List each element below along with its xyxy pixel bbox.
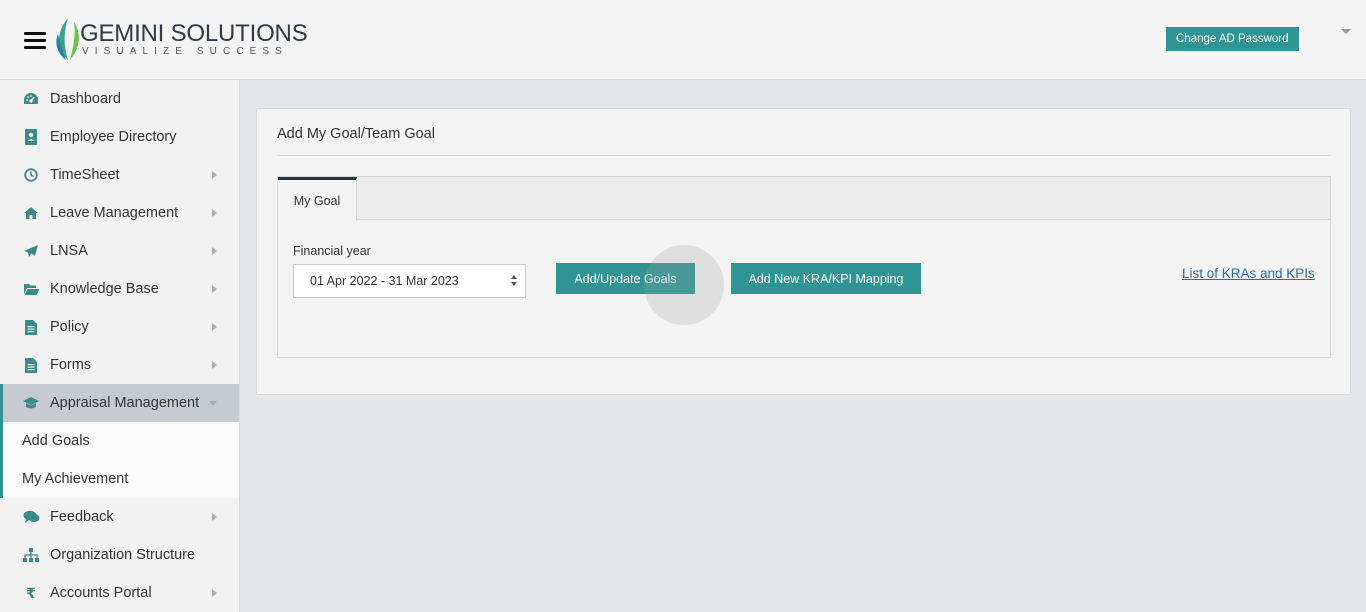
chevron-right-icon xyxy=(212,171,217,179)
chevron-right-icon xyxy=(212,285,217,293)
financial-year-value: 01 Apr 2022 - 31 Mar 2023 xyxy=(310,274,459,288)
chevron-down-icon xyxy=(209,401,217,406)
chevron-right-icon xyxy=(212,513,217,521)
sidebar-item-label: Appraisal Management xyxy=(50,395,200,411)
sidebar: Dashboard Employee Directory TimeSheet L… xyxy=(0,80,240,612)
kra-kpi-list-link[interactable]: List of KRAs and KPIs xyxy=(1182,266,1315,281)
sidebar-item-knowledge-base[interactable]: Knowledge Base xyxy=(0,270,239,308)
home-icon xyxy=(22,204,40,222)
sidebar-item-label: Knowledge Base xyxy=(50,281,159,297)
sidebar-item-lnsa[interactable]: LNSA xyxy=(0,232,239,270)
sidebar-item-dashboard[interactable]: Dashboard xyxy=(0,80,239,118)
sidebar-item-organization-structure[interactable]: Organization Structure xyxy=(0,536,239,574)
dashboard-icon xyxy=(22,90,40,108)
chevron-right-icon xyxy=(212,323,217,331)
brand-tagline: VISUALIZE SUCCESS xyxy=(82,46,288,57)
sidebar-item-label: Dashboard xyxy=(50,91,121,107)
file-text-icon xyxy=(22,318,40,336)
sidebar-subitem-my-achievement[interactable]: My Achievement xyxy=(0,460,239,498)
sidebar-item-label: Employee Directory xyxy=(50,129,177,145)
sidebar-item-label: Organization Structure xyxy=(50,547,196,563)
chevron-right-icon xyxy=(212,361,217,369)
change-password-button[interactable]: Change AD Password xyxy=(1166,27,1299,51)
sidebar-subitem-add-goals[interactable]: Add Goals xyxy=(0,422,239,460)
comments-icon xyxy=(22,508,40,526)
tab-my-goal[interactable]: My Goal xyxy=(278,177,357,221)
sidebar-item-feedback[interactable]: Feedback xyxy=(0,498,239,536)
address-book-icon xyxy=(22,128,40,146)
chevron-right-icon xyxy=(212,209,217,217)
add-kra-kpi-mapping-button[interactable]: Add New KRA/KPI Mapping xyxy=(731,263,921,294)
sitemap-icon xyxy=(22,546,40,564)
sidebar-item-forms[interactable]: Forms xyxy=(0,346,239,384)
graduation-cap-icon xyxy=(22,394,40,412)
financial-year-select[interactable]: 01 Apr 2022 - 31 Mar 2023 xyxy=(293,264,526,298)
add-update-goals-button[interactable]: Add/Update Goals xyxy=(556,263,695,294)
add-goal-panel: Add My Goal/Team Goal My Goal Financial … xyxy=(256,108,1351,395)
sidebar-item-label: Feedback xyxy=(50,509,114,525)
brand-name: GEMINI SOLUTIONS xyxy=(80,20,308,47)
sidebar-item-employee-directory[interactable]: Employee Directory xyxy=(0,118,239,156)
sidebar-item-appraisal-management[interactable]: Appraisal Management xyxy=(0,384,239,422)
sidebar-item-label: Accounts Portal xyxy=(50,585,152,601)
rupee-icon: ₹ xyxy=(26,584,36,601)
sidebar-item-label: Forms xyxy=(50,357,92,373)
goal-tabs: My Goal Financial year 01 Apr 2022 - 31 … xyxy=(277,176,1331,358)
sidebar-item-policy[interactable]: Policy xyxy=(0,308,239,346)
paper-plane-icon xyxy=(22,242,40,260)
page-title: Add My Goal/Team Goal xyxy=(277,126,435,142)
sidebar-item-label: Leave Management xyxy=(50,205,179,221)
sidebar-item-leave-management[interactable]: Leave Management xyxy=(0,194,239,232)
sidebar-item-label: LNSA xyxy=(50,243,88,259)
select-updown-icon xyxy=(511,275,517,287)
chevron-right-icon xyxy=(212,247,217,255)
title-divider xyxy=(277,155,1331,156)
hamburger-icon[interactable] xyxy=(24,32,46,50)
file-text-icon xyxy=(22,356,40,374)
chevron-right-icon xyxy=(212,589,217,597)
sidebar-item-label: Policy xyxy=(50,319,89,335)
top-header: GEMINI SOLUTIONS VISUALIZE SUCCESS Chang… xyxy=(0,0,1366,80)
clock-icon xyxy=(22,166,40,184)
tab-strip: My Goal xyxy=(278,177,1330,221)
caret-down-icon[interactable] xyxy=(1341,29,1351,34)
financial-year-label: Financial year xyxy=(293,244,371,258)
company-logo[interactable]: GEMINI SOLUTIONS VISUALIZE SUCCESS xyxy=(54,14,308,62)
folder-open-icon xyxy=(22,280,40,298)
sidebar-item-accounts-portal[interactable]: ₹ Accounts Portal xyxy=(0,574,239,612)
sidebar-item-timesheet[interactable]: TimeSheet xyxy=(0,156,239,194)
sidebar-item-label: TimeSheet xyxy=(50,167,120,183)
